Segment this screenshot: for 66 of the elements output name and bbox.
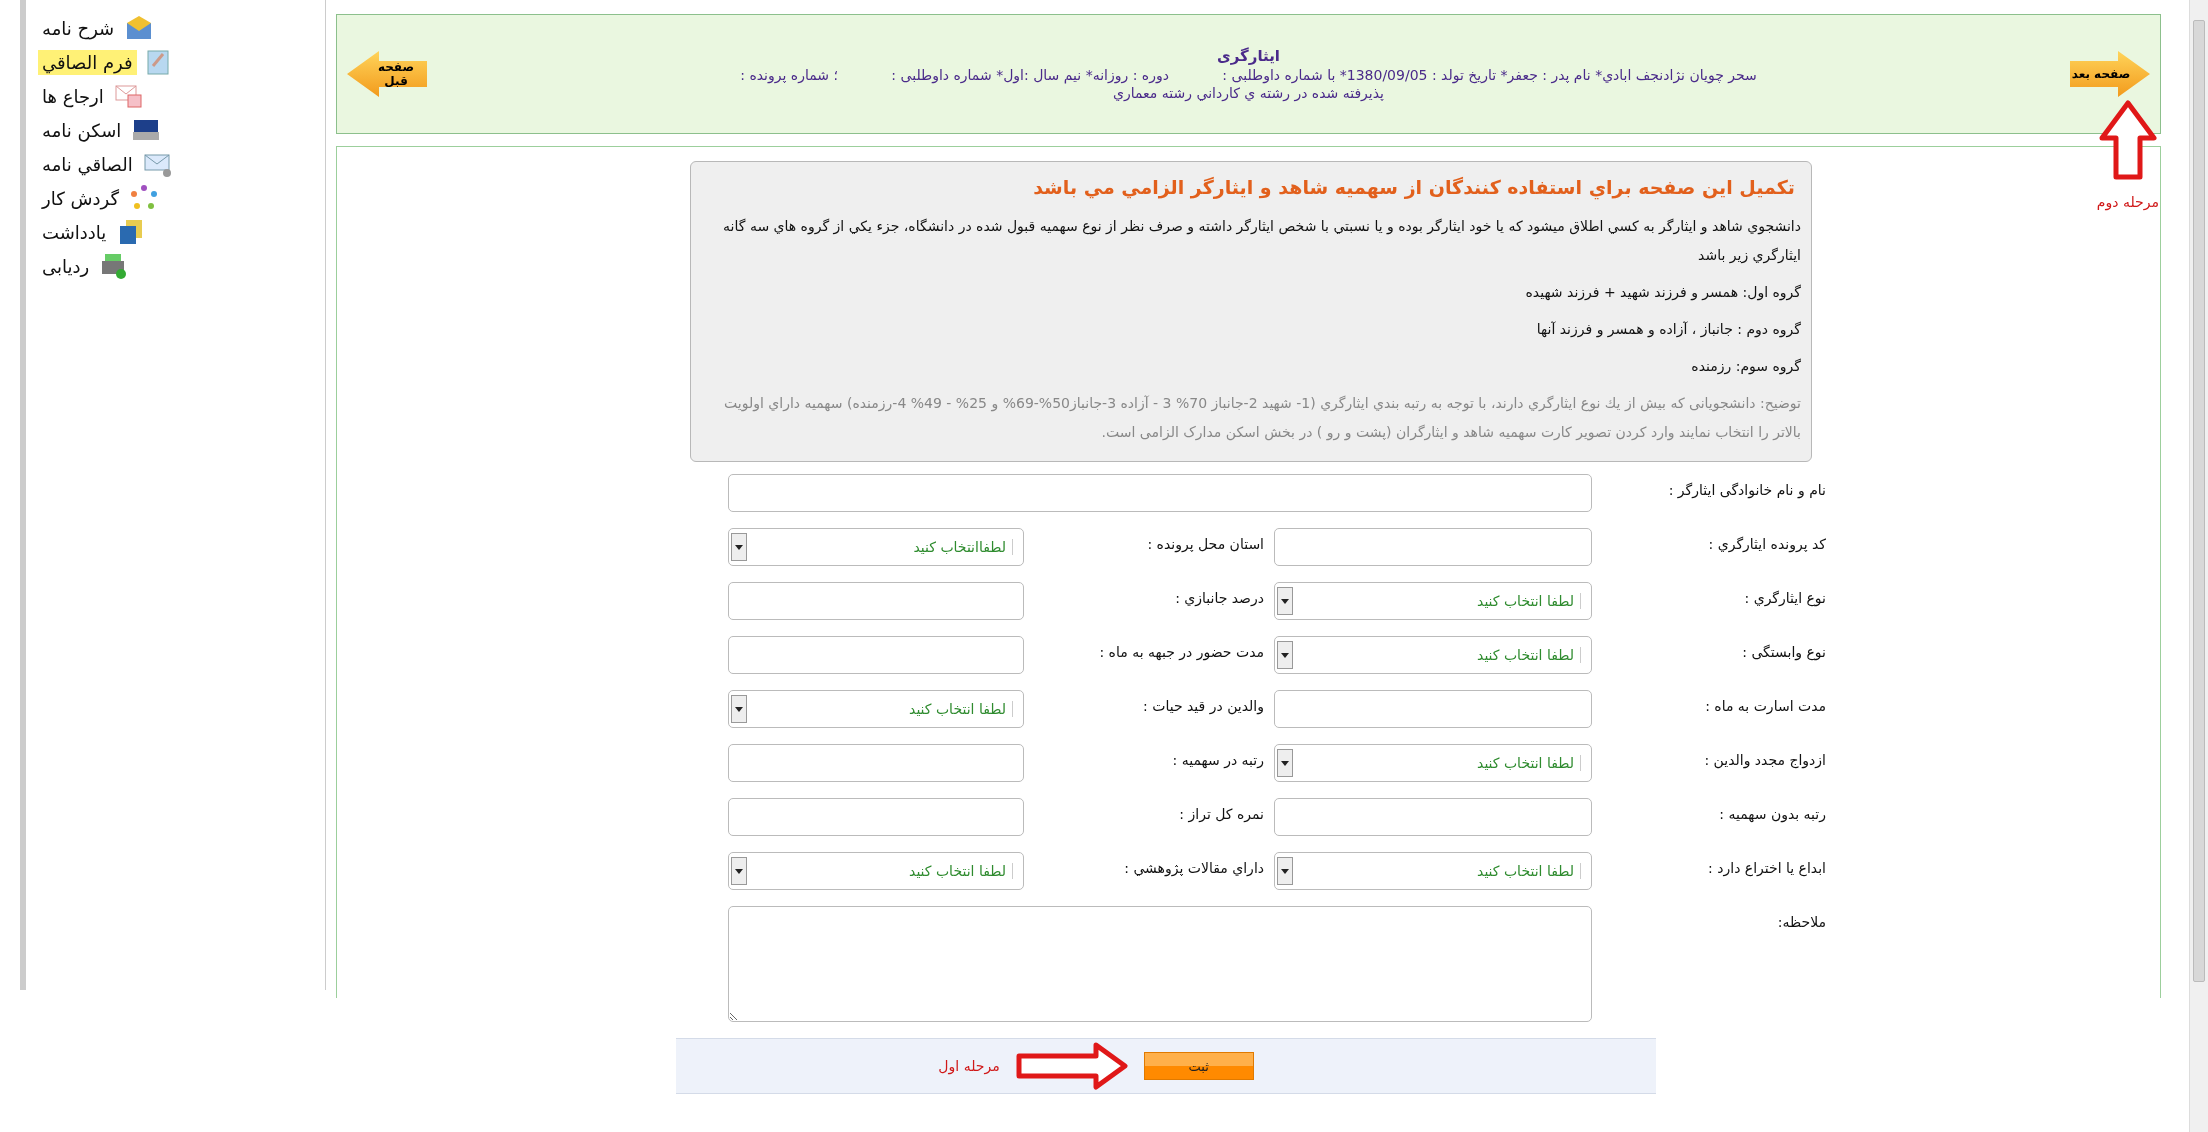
caret-icon	[1277, 587, 1293, 615]
student-info: پذیرفته شده در رشته ي كارداني رشته معماري	[1113, 85, 1384, 101]
arrow-icon	[1015, 1042, 1128, 1090]
scrollbar[interactable]	[2189, 0, 2208, 1132]
sidebar-item[interactable]: ردیابی	[38, 253, 94, 279]
notice-heading: تکمیل این صفحه براي استفاده کنندگان از سهمیه شاهد و ایثارگر الزامي مي باشد	[1032, 176, 1795, 198]
field-label: استان محل پرونده :	[1146, 535, 1264, 552]
page-title: ایثارگری	[1217, 47, 1280, 65]
field-label: ابداع یا اختراع دارد :	[1707, 859, 1826, 876]
field-label: داراي مقالات پژوهشي :	[1123, 859, 1264, 876]
caret-icon	[1277, 749, 1293, 777]
dropdown[interactable]: لطفا انتخاب کنید	[728, 690, 1024, 728]
caret-icon	[1277, 641, 1293, 669]
field-label: مدت حضور در جبهه به ماه :	[1098, 643, 1264, 660]
dropdown[interactable]: لطفا انتخاب کنید	[728, 852, 1024, 890]
sidebar-item[interactable]: شرح نامه	[38, 15, 119, 41]
input-field[interactable]	[1274, 528, 1592, 566]
field-label: نوع ايثارگري :	[1743, 589, 1826, 606]
sidebar-item[interactable]: گردش کار	[38, 185, 123, 211]
notice-text: گروه دوم : جانباز ، آزاده و همسر و فرزند آنها	[1535, 320, 1801, 340]
dropdown[interactable]: لطفا انتخاب کنید	[1274, 744, 1592, 782]
input-field[interactable]	[728, 798, 1024, 836]
input-field[interactable]	[1274, 690, 1592, 728]
caret-icon	[731, 695, 747, 723]
field-label: کد پرونده ايثارگري :	[1707, 535, 1826, 552]
student-info: سحر چویان نژادنجف ابادي* نام پدر : جعفر* تاریخ تولد : 1380/09/05* با شماره داوطلبی : دوره : روزانه* نیم سال :اول* شماره داوطلبی : ؛ شماره پرونده :	[740, 67, 1757, 83]
field-label: نمره کل تراز :	[1178, 805, 1264, 822]
input-field[interactable]	[728, 582, 1024, 620]
field-label: والدين در قيد حيات :	[1142, 697, 1264, 714]
field-label: نام و نام خانوادگی ایثارگر :	[1667, 481, 1826, 498]
dropdown[interactable]: لطفاانتخاب کنید	[728, 528, 1024, 566]
next-page-button[interactable]: صفحه بعد	[2070, 51, 2150, 97]
caret-icon	[1277, 857, 1293, 885]
sidebar-item[interactable]: اسکن نامه	[38, 117, 126, 143]
field-label: رتبه در سهميه :	[1171, 751, 1264, 768]
input-field[interactable]	[1274, 798, 1592, 836]
field-label: ازدواج مجدد والدين :	[1703, 751, 1826, 768]
input-field[interactable]	[728, 474, 1592, 512]
submit-button[interactable]: ثبت	[1143, 1052, 1254, 1080]
step-label: مرحله دوم	[2096, 194, 2159, 210]
sidebar-item[interactable]: یادداشت	[38, 219, 111, 245]
notice-text: دانشجوي شاهد و ايثارگر به كسي اطلاق ميشود كه يا خود ايثارگر بوده و يا نسبتي با شخص ايثارگر داشته و صرف نظر از نوع سهميه قبول شده در دانشگاه، جزء يكي از گروه هاي سه گانه ايثارگري زير باشد	[722, 217, 1801, 266]
field-label: ملاحظه:	[1776, 913, 1826, 930]
dropdown[interactable]: لطفا انتخاب کنید	[1274, 636, 1592, 674]
arrow-icon	[2098, 100, 2157, 180]
sidebar-item[interactable]: ارجاع ها	[38, 83, 108, 109]
dots-circle-icon	[128, 184, 159, 212]
caret-icon	[731, 533, 747, 561]
notice-note: توضیح: دانشجویانی که بیش از يك نوع ايثارگري دارند، با توجه به رتبه بندي ايثارگري (1- شهید 2-جانباز 70% 3 - آزاده 3-جانباز50%-69% و 25% - 49% 4-رزمنده) سهمیه داراي اولويت بالاتر را انتخاب نمایند وارد کردن تصویر کارت سهمیه شاهد و ایثارگران (پشت و رو ) در بخش اسکن مدارک الزامی است.	[723, 394, 1801, 443]
notice-text: گروه اول: همسر و فرزند شهید + فرزند شهیده	[1524, 283, 1801, 303]
field-label: نوع وابستگی :	[1741, 643, 1826, 660]
previous-page-button[interactable]: صفحه قبل	[347, 51, 427, 97]
input-field[interactable]	[728, 744, 1024, 782]
dropdown[interactable]: لطفا انتخاب کنید	[1274, 852, 1592, 890]
sidebar-item[interactable]: فرم الصاقي	[38, 49, 137, 75]
step-label: مرحله اول	[938, 1058, 1000, 1074]
field-label: مدت اسارت به ماه :	[1704, 697, 1826, 714]
mail-calendar-icon	[113, 82, 144, 110]
input-field[interactable]	[728, 636, 1024, 674]
field-label: رتبه بدون سهميه :	[1718, 805, 1826, 822]
field-label: درصد جانبازي :	[1174, 589, 1264, 606]
dropdown[interactable]: لطفا انتخاب کنید	[1274, 582, 1592, 620]
notice-text: گروه سوم: رزمنده	[1690, 357, 1801, 377]
sidebar-item[interactable]: الصاقي نامه	[38, 151, 137, 177]
text-area[interactable]	[728, 906, 1592, 1022]
caret-icon	[731, 857, 747, 885]
